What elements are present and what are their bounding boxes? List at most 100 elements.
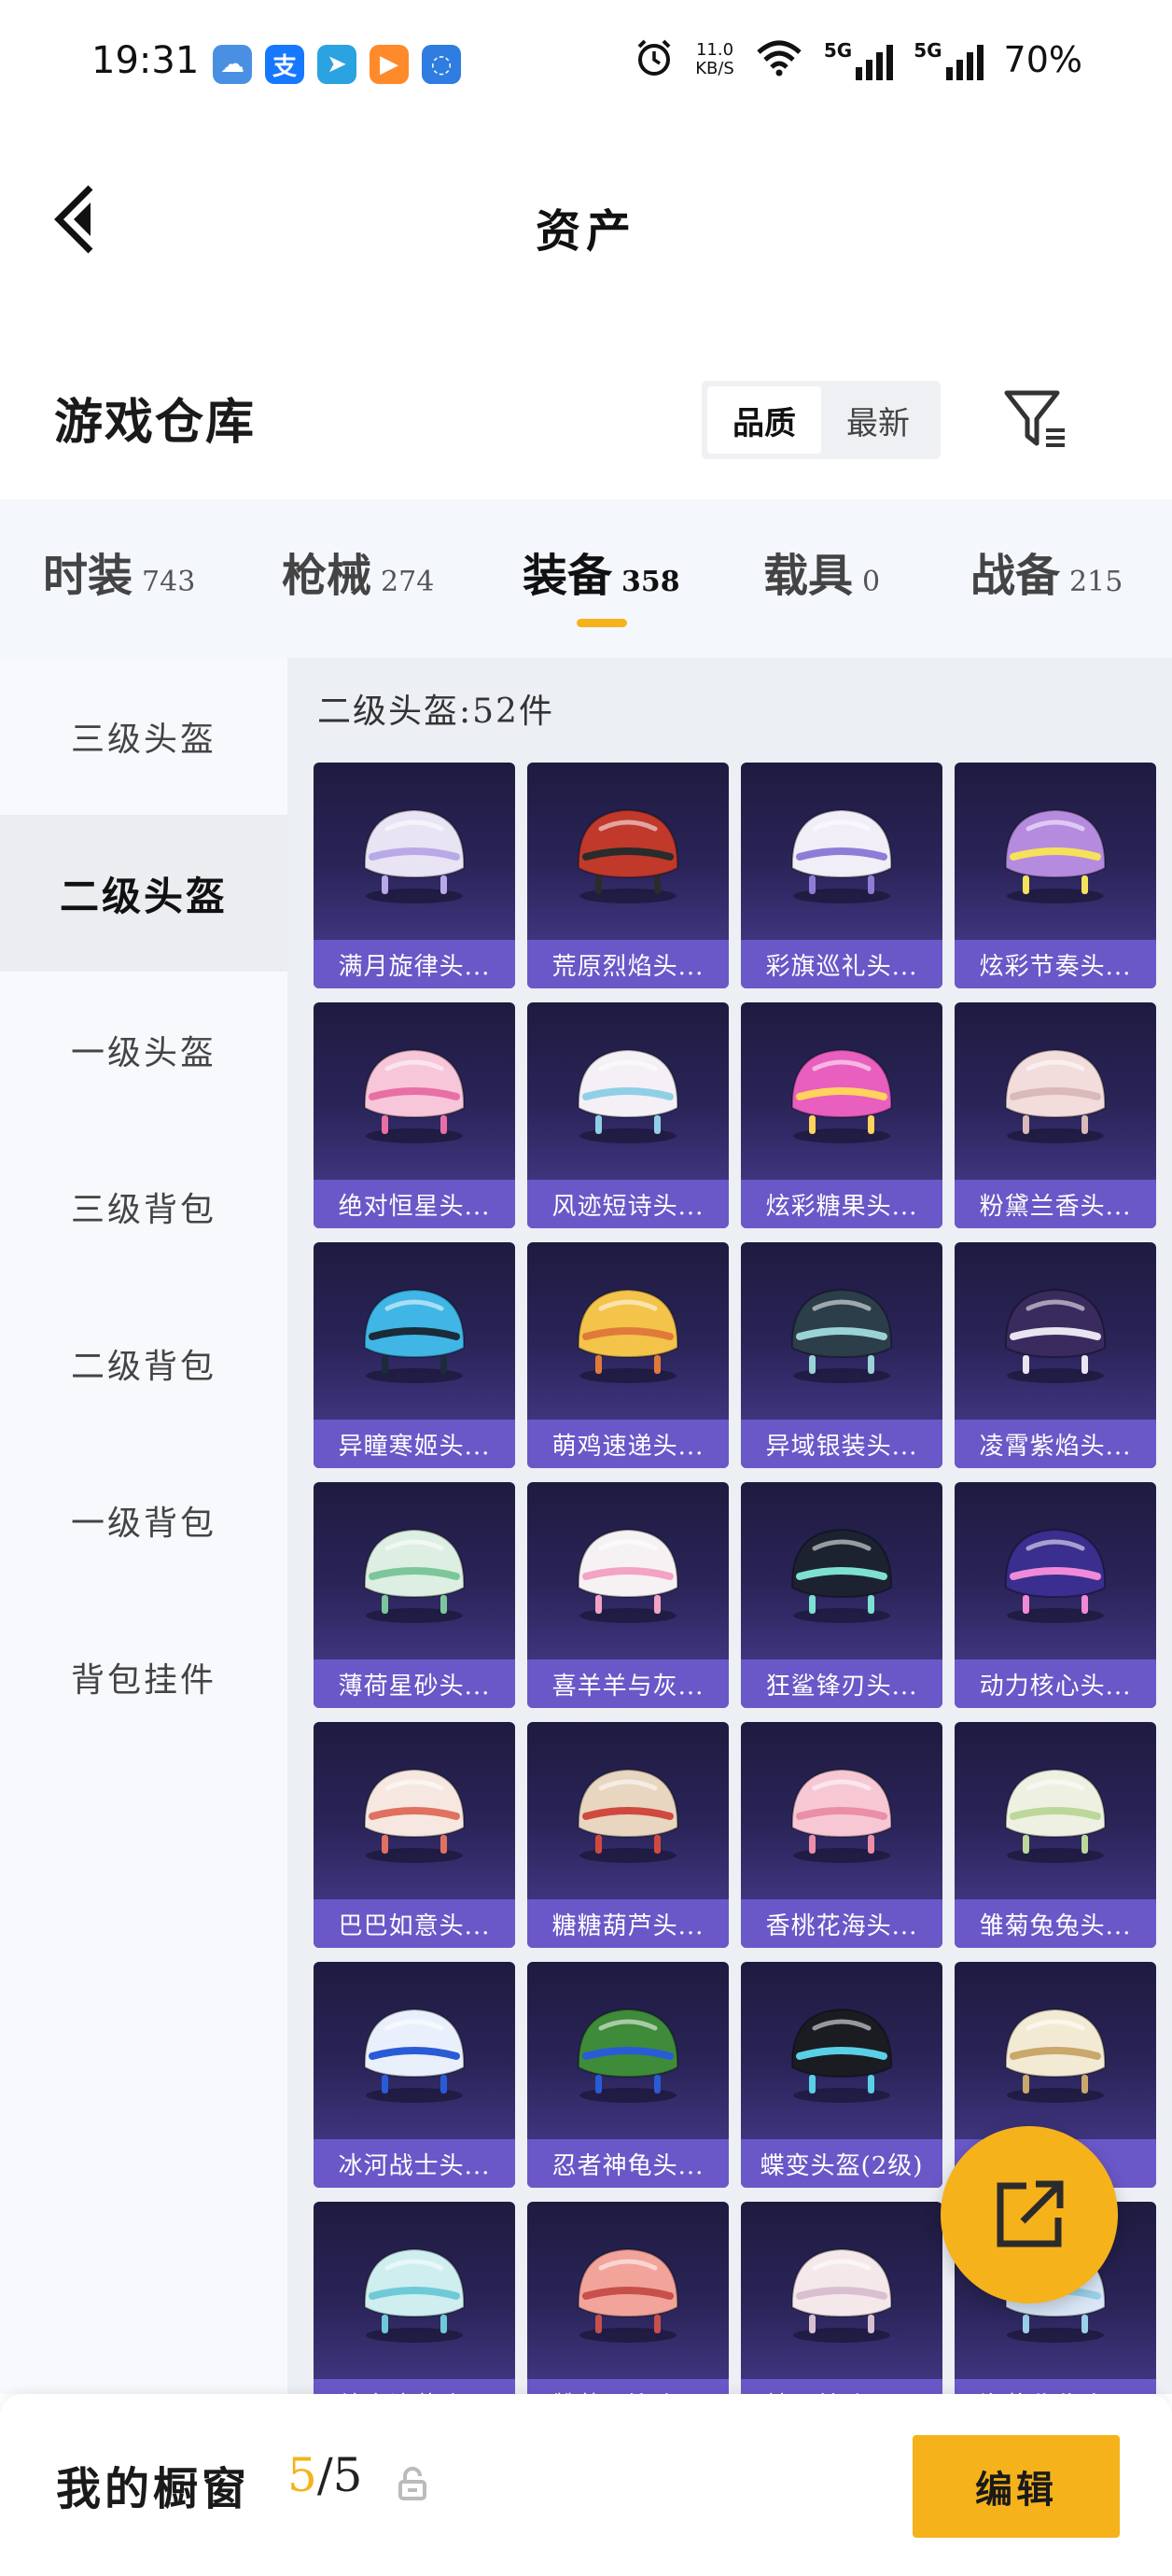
sidebar-item-level3-backpack[interactable]: 三级背包	[0, 1128, 287, 1285]
showcase-separator: /	[316, 2448, 333, 2502]
sidebar-item-backpack-charm[interactable]: 背包挂件	[0, 1599, 287, 1756]
tab-equipment[interactable]: 装备 358	[523, 539, 680, 604]
telegram-app-icon: ➤	[317, 45, 356, 84]
helmet-image	[741, 2202, 942, 2381]
helmet-card[interactable]: 粉黛兰香头...	[955, 1002, 1156, 1228]
helmet-card[interactable]: 蝶变头盔(2级)	[741, 1962, 942, 2188]
helmet-image	[314, 1242, 515, 1421]
sort-newest-option[interactable]: 最新	[821, 386, 935, 454]
helmet-name: 风迹短诗头...	[527, 1180, 729, 1228]
subcategory-sidebar: 三级头盔 二级头盔 一级头盔 三级背包 二级背包 一级背包 背包挂件	[0, 658, 287, 2394]
helmet-card[interactable]: 炫彩节奏头...	[955, 763, 1156, 988]
helmet-name: 香桃花海头...	[741, 1899, 942, 1948]
status-time: 19:31	[91, 39, 200, 82]
helmet-card[interactable]: 彩旗巡礼头...	[741, 763, 942, 988]
helmet-card[interactable]: 凌霄紫焰头...	[955, 1242, 1156, 1468]
helmet-image	[527, 1722, 729, 1901]
edit-button[interactable]: 编辑	[913, 2435, 1120, 2538]
lock-icon	[396, 2465, 429, 2506]
showcase-current: 5	[287, 2448, 317, 2502]
helmet-card[interactable]: 巴巴如意头...	[314, 1722, 515, 1948]
helmet-image	[741, 1722, 942, 1901]
helmet-card[interactable]: 香桃花海头...	[741, 1722, 942, 1948]
tab-combat-gear[interactable]: 战备 215	[970, 539, 1123, 604]
sidebar-item-level2-helmet[interactable]: 二级头盔	[0, 815, 287, 972]
helmet-name: 炫彩节奏头...	[955, 940, 1156, 988]
sidebar-item-level1-helmet[interactable]: 一级头盔	[0, 972, 287, 1128]
helmet-card[interactable]: 忍者神龟头...	[527, 1962, 729, 2188]
helmet-card[interactable]: 绝对恒星头...	[314, 1002, 515, 1228]
helmet-name: 巴巴如意头...	[314, 1899, 515, 1948]
helmet-name: 荒原烈焰头...	[527, 940, 729, 988]
item-count-label: 二级头盔:52件	[317, 693, 554, 731]
sidebar-item-level3-helmet[interactable]: 三级头盔	[0, 658, 287, 815]
share-button[interactable]	[941, 2126, 1118, 2303]
helmet-image	[527, 1482, 729, 1661]
tab-label: 装备	[523, 550, 613, 602]
helmet-card[interactable]: 糖糖葫芦头...	[527, 1722, 729, 1948]
sort-quality-option[interactable]: 品质	[707, 386, 821, 454]
showcase-bar: 我的橱窗 5/5 编辑	[0, 2394, 1172, 2576]
helmet-image	[314, 1962, 515, 2141]
helmet-image	[955, 1722, 1156, 1901]
filter-button[interactable]	[998, 383, 1073, 457]
status-app-icons: ☁ 支 ➤ ▶ ◌	[213, 45, 461, 84]
helmet-card[interactable]: 精灵梦叶罗...	[741, 2202, 942, 2394]
alarm-icon	[634, 37, 675, 82]
tab-count: 358	[621, 566, 680, 598]
helmet-card[interactable]: 冰河战士头...	[314, 1962, 515, 2188]
helmet-name: 绝对恒星头...	[314, 1180, 515, 1228]
helmet-card[interactable]: 炫彩糖果头...	[741, 1002, 942, 1228]
helmet-image	[955, 1242, 1156, 1421]
helmet-image	[314, 2202, 515, 2381]
sort-toggle: 品质 最新	[702, 381, 941, 459]
share-external-icon	[997, 2180, 1064, 2247]
tab-label: 时装	[43, 550, 133, 602]
helmet-name: 糖糖葫芦头...	[527, 1899, 729, 1948]
page-title: 资产	[535, 205, 636, 258]
helmet-card[interactable]: 纯真浪花头...	[314, 2202, 515, 2394]
net-speed-unit: KB/S	[695, 59, 734, 78]
tab-label: 枪械	[282, 550, 372, 602]
helmet-card[interactable]: 风迹短诗头...	[527, 1002, 729, 1228]
helmet-name: 海盐豹豹头...	[955, 2379, 1156, 2394]
status-indicators: 11.0 KB/S 5G 5G 70%	[634, 37, 1082, 82]
helmet-card[interactable]: 萌鸡速递头...	[527, 1242, 729, 1468]
helmet-image	[527, 1002, 729, 1182]
sidebar-item-level1-backpack[interactable]: 一级背包	[0, 1442, 287, 1599]
helmet-image	[955, 1482, 1156, 1661]
status-bar: 19:31 ☁ 支 ➤ ▶ ◌ 11.0 KB/S 5G 5G 70%	[0, 0, 1172, 131]
active-tab-indicator	[577, 619, 627, 627]
helmet-name: 萌鸡速递头...	[527, 1420, 729, 1468]
helmet-name: 满月旋律头...	[314, 940, 515, 988]
tab-count: 743	[142, 566, 196, 598]
helmet-card[interactable]: 喜羊羊与灰...	[527, 1482, 729, 1708]
app-header: 资产	[0, 131, 1172, 308]
helmet-name: 炫彩糖果头...	[741, 1180, 942, 1228]
helmet-card[interactable]: 异域银装头...	[741, 1242, 942, 1468]
helmet-name: 忍者神龟头...	[527, 2139, 729, 2188]
helmet-card[interactable]: 薄荷星砂头...	[314, 1482, 515, 1708]
warehouse-title: 游戏仓库	[54, 394, 257, 451]
alipay-app-icon: 支	[265, 45, 304, 84]
tab-fashion[interactable]: 时装 743	[43, 539, 195, 604]
tab-guns[interactable]: 枪械 274	[282, 539, 434, 604]
tab-label: 载具	[763, 550, 854, 602]
category-tabs: 时装 743 枪械 274 装备 358 载具 0 战备 215	[0, 499, 1172, 658]
tab-vehicles[interactable]: 载具 0	[763, 539, 880, 604]
helmet-card[interactable]: 狂鲨锋刃头...	[741, 1482, 942, 1708]
helmet-name: 动力核心头...	[955, 1659, 1156, 1708]
signal-label-2: 5G	[914, 39, 942, 62]
helmet-image	[314, 763, 515, 942]
helmet-card[interactable]: 雏菊兔兔头...	[955, 1722, 1156, 1948]
helmet-card[interactable]: 荒原烈焰头...	[527, 763, 729, 988]
helmet-card[interactable]: 动力核心头...	[955, 1482, 1156, 1708]
sidebar-item-level2-backpack[interactable]: 二级背包	[0, 1285, 287, 1442]
helmet-image	[741, 1482, 942, 1661]
helmet-card[interactable]: 异瞳寒姬头...	[314, 1242, 515, 1468]
helmet-card[interactable]: 赞萌露比头...	[527, 2202, 729, 2394]
helmet-image	[741, 1242, 942, 1421]
helmet-card[interactable]: 满月旋律头...	[314, 763, 515, 988]
helmet-name: 彩旗巡礼头...	[741, 940, 942, 988]
helmet-name: 纯真浪花头...	[314, 2379, 515, 2394]
